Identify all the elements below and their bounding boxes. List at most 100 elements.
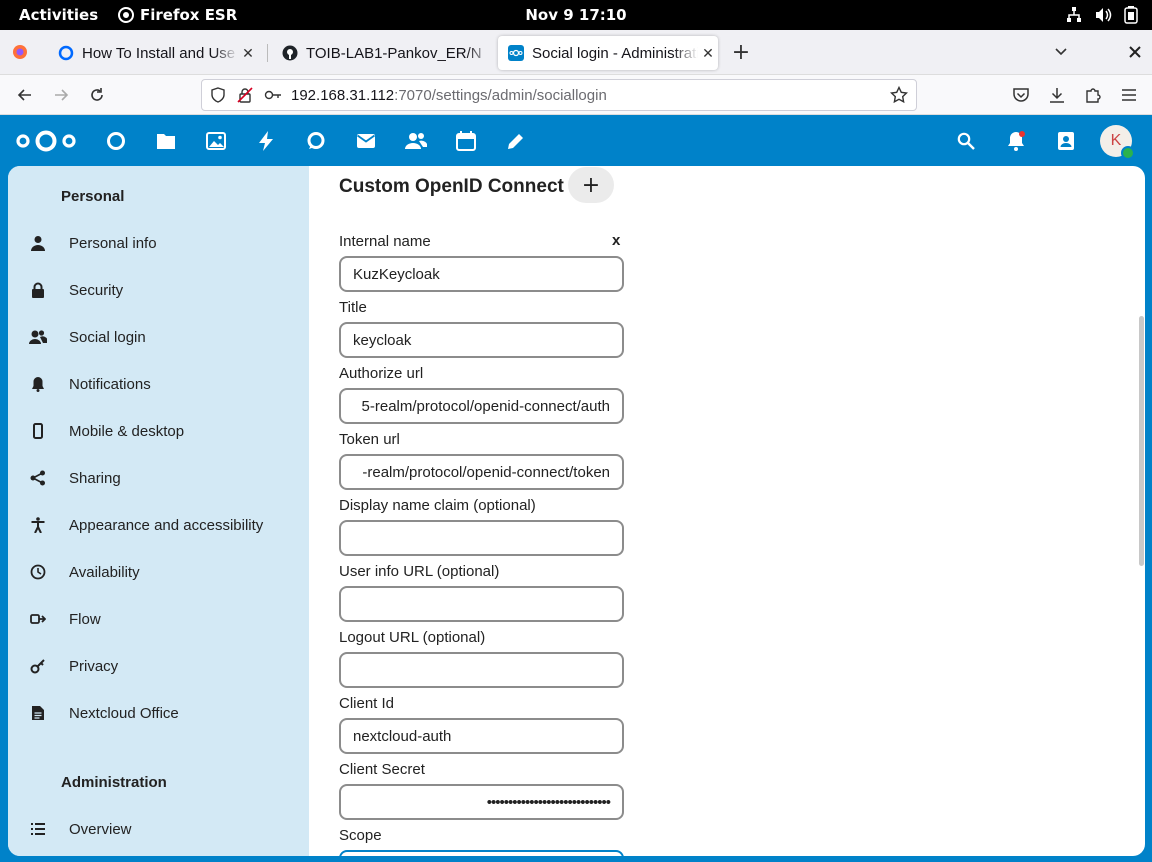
nextcloud-header [0,116,1152,166]
display-name-claim-input[interactable] [339,520,624,556]
authorize-url-input[interactable]: 5-realm/protocol/openid-connect/auth [339,388,624,424]
user-info-url-label: User info URL (optional) [339,563,500,580]
sidebar-item-label: Overview [69,820,132,838]
internal-name-input[interactable]: KuzKeycloak [339,256,624,292]
talk-icon[interactable] [304,129,328,153]
calendar-icon[interactable] [454,129,478,153]
activity-icon[interactable] [254,129,278,153]
url-host: 192.168.31.112 [291,86,395,104]
sidebar-item-availability[interactable]: Availability [16,550,301,594]
browser-nav-bar: 192.168.31.112:7070/settings/admin/socia… [0,75,1152,115]
settings-main: Custom OpenID Connect + x Internal name … [309,166,1145,856]
add-provider-button[interactable]: + [568,167,614,203]
sidebar-item-security[interactable]: Security [16,268,301,312]
title-input[interactable]: keycloak [339,322,624,358]
internal-name-label: Internal name [339,233,431,250]
client-secret-input[interactable]: ••••••••••••••••••••••••••••• [339,784,624,820]
token-url-input[interactable]: -realm/protocol/openid-connect/token [339,454,624,490]
url-bar[interactable]: 192.168.31.112:7070/settings/admin/socia… [201,79,917,111]
menu-button[interactable] [1117,83,1141,107]
photos-icon[interactable] [204,129,228,153]
files-icon[interactable] [154,129,178,153]
forward-button[interactable] [49,83,73,107]
sidebar-item-flow[interactable]: Flow [16,597,301,641]
list-all-tabs-button[interactable] [1049,40,1073,64]
sidebar-item-mobile-desktop[interactable]: Mobile & desktop [16,409,301,453]
contacts-menu-icon[interactable] [1054,129,1078,153]
sidebar-item-overview[interactable]: Overview [16,807,301,851]
sidebar-item-privacy[interactable]: Privacy [16,644,301,688]
search-icon[interactable] [954,129,978,153]
authorize-url-label: Authorize url [339,365,424,382]
firefox-view-button[interactable] [8,40,32,64]
browser-tab[interactable]: TOIB-LAB1-Pankov_ER/N [272,36,494,70]
flow-icon [16,597,60,641]
sidebar-item-label: Notifications [69,375,151,393]
section-title: Custom OpenID Connect [339,176,564,197]
clock-icon [16,550,60,594]
arrow-right-icon [55,89,69,101]
insecure-lock-icon [237,87,253,103]
sidebar-item-notifications[interactable]: Notifications [16,362,301,406]
close-window-button[interactable] [1123,40,1147,64]
online-status-badge [1121,146,1135,160]
hamburger-menu-icon [1122,89,1136,101]
tab-divider [267,44,268,62]
pocket-button[interactable] [1009,83,1033,107]
user-info-url-input[interactable] [339,586,624,622]
client-id-input[interactable]: nextcloud-auth [339,718,624,754]
download-icon [1050,88,1064,103]
reload-button[interactable] [85,83,109,107]
battery-icon [1124,6,1138,24]
sidebar-item-personal-info[interactable]: Personal info [16,221,301,265]
arrow-left-icon [17,89,31,101]
sidebar-item-nextcloud-office[interactable]: Nextcloud Office [16,691,301,735]
tab-label: TOIB-LAB1-Pankov_ER/N [306,44,482,62]
sidebar-item-label: Mobile & desktop [69,422,185,440]
tab-label: Social login - Administrati [532,44,698,62]
share-icon [16,456,60,500]
sidebar-item-social-login[interactable]: Social login [16,315,301,359]
user-icon [16,221,60,265]
administration-heading: Administration [61,774,167,791]
nextcloud-logo-icon[interactable] [15,128,77,154]
lock-icon [16,268,60,312]
sidebar-item-label: Flow [69,610,101,628]
sidebar-item-sharing[interactable]: Sharing [16,456,301,500]
browser-tab-bar: How To Install and Use Do ✕ TOIB-LAB1-Pa… [0,30,1152,75]
tab-label: How To Install and Use Do [82,44,238,62]
system-tray[interactable] [1066,6,1138,24]
phone-icon [16,409,60,453]
notes-icon[interactable] [504,129,528,153]
bookmark-star-icon[interactable] [890,86,908,104]
browser-tab[interactable]: How To Install and Use Do ✕ [48,36,258,70]
system-top-bar: Activities Firefox ESR Nov 9 17:10 [0,0,1152,30]
notifications-bell-icon[interactable] [1004,129,1028,153]
back-button[interactable] [13,83,37,107]
digitalocean-icon [58,45,74,61]
accessibility-icon [16,503,60,547]
network-icon [1067,7,1081,22]
scope-input[interactable] [339,850,624,856]
volume-icon [1096,8,1112,22]
close-tab-icon[interactable]: ✕ [698,45,718,62]
extensions-button[interactable] [1081,83,1105,107]
sidebar-item-label: Sharing [69,469,121,487]
settings-navigation: Personal Personal info Security Social l… [8,166,309,856]
remove-provider-button[interactable]: x [612,232,620,249]
dashboard-icon[interactable] [104,129,128,153]
page-scrollbar[interactable] [1139,316,1144,566]
app-content: Personal Personal info Security Social l… [8,166,1145,856]
sidebar-item-appearance[interactable]: Appearance and accessibility [16,503,301,547]
downloads-button[interactable] [1045,83,1069,107]
nextcloud-icon [508,45,524,61]
new-tab-button[interactable]: + [729,40,753,65]
mail-icon[interactable] [354,129,378,153]
logout-url-label: Logout URL (optional) [339,629,486,646]
clock[interactable]: Nov 9 17:10 [0,6,1152,24]
logout-url-input[interactable] [339,652,624,688]
browser-tab-active[interactable]: Social login - Administrati ✕ [498,36,718,70]
contacts-icon[interactable] [404,129,428,153]
chevron-down-icon [1055,48,1067,56]
close-tab-icon[interactable]: ✕ [238,45,258,62]
